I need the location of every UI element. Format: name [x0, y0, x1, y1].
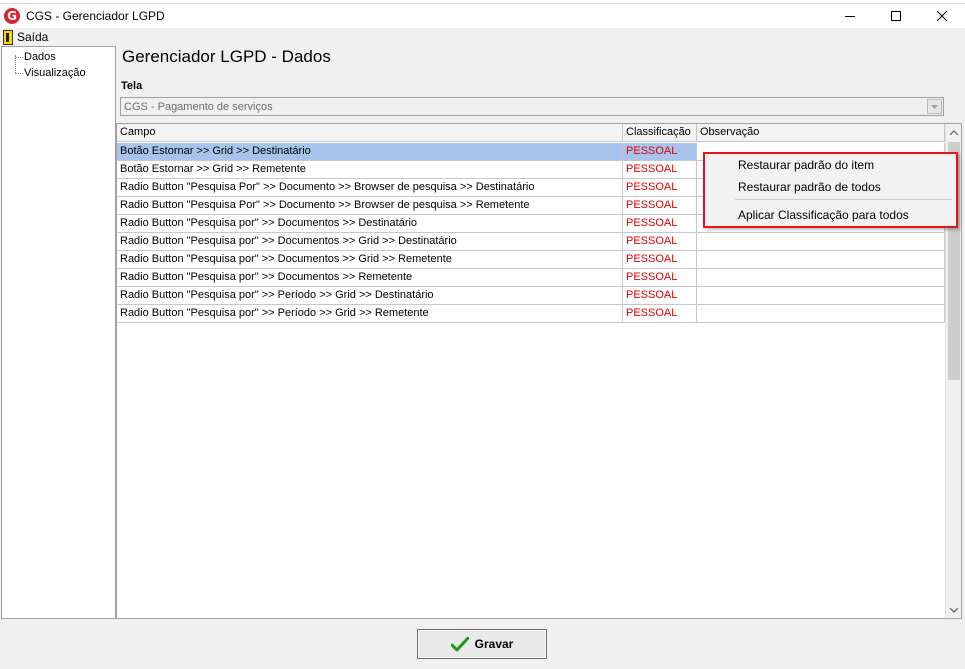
tela-select-value: CGS - Pagamento de serviços [124, 101, 273, 113]
column-header-classificacao[interactable]: Classificação [623, 124, 697, 142]
tela-select[interactable]: CGS - Pagamento de serviços [120, 97, 944, 116]
save-button-label: Gravar [474, 637, 514, 651]
cell-campo[interactable]: Radio Button "Pesquisa por" >> Documento… [117, 269, 623, 287]
table-row[interactable]: Radio Button "Pesquisa por" >> Período >… [117, 287, 945, 305]
window-title: CGS - Gerenciador LGPD [26, 9, 165, 23]
minimize-icon [845, 16, 855, 17]
table-row[interactable]: Radio Button "Pesquisa por" >> Documento… [117, 269, 945, 287]
cell-observacao[interactable] [697, 305, 945, 323]
menu-item-restore-item[interactable]: Restaurar padrão do item [738, 158, 874, 172]
cell-campo[interactable]: Radio Button "Pesquisa por" >> Documento… [117, 233, 623, 251]
cell-classificacao[interactable]: PESSOAL [623, 179, 697, 197]
cell-observacao[interactable] [697, 233, 945, 251]
tree-item-dados[interactable]: Dados [24, 51, 56, 63]
cell-classificacao[interactable]: PESSOAL [623, 215, 697, 233]
cell-campo[interactable]: Botão Estornar >> Grid >> Destinatário [117, 143, 623, 161]
close-button[interactable] [919, 4, 965, 28]
tela-dropdown-button[interactable] [927, 99, 942, 114]
menu-exit[interactable]: Saída [3, 29, 48, 45]
cell-classificacao[interactable]: PESSOAL [623, 305, 697, 323]
maximize-button[interactable] [873, 4, 919, 28]
cell-classificacao[interactable]: PESSOAL [623, 251, 697, 269]
cgs-logo-icon: G [4, 8, 20, 24]
cell-campo[interactable]: Radio Button "Pesquisa por" >> Documento… [117, 215, 623, 233]
close-icon [937, 11, 947, 21]
table-row[interactable]: Radio Button "Pesquisa por" >> Período >… [117, 305, 945, 323]
column-header-campo[interactable]: Campo [117, 124, 623, 142]
chevron-down-icon [931, 104, 938, 109]
cell-campo[interactable]: Radio Button "Pesquisa por" >> Período >… [117, 287, 623, 305]
cell-classificacao[interactable]: PESSOAL [623, 269, 697, 287]
title-bar: G CGS - Gerenciador LGPD [0, 4, 965, 28]
cell-classificacao[interactable]: PESSOAL [623, 143, 697, 161]
tree-connector [15, 57, 23, 58]
column-header-observacao[interactable]: Observação [697, 124, 945, 142]
cell-campo[interactable]: Botão Estornar >> Grid >> Remetente [117, 161, 623, 179]
tree-connector [15, 73, 23, 74]
checkmark-icon [450, 636, 469, 651]
menu-item-apply-classification-all[interactable]: Aplicar Classificação para todos [738, 208, 909, 222]
maximize-icon [891, 11, 901, 21]
navigation-tree: Dados Visualização [1, 46, 116, 619]
menu-separator [735, 199, 952, 200]
tree-item-visualizacao[interactable]: Visualização [24, 67, 86, 79]
cell-campo[interactable]: Radio Button "Pesquisa Por" >> Documento… [117, 179, 623, 197]
chevron-down-icon [950, 607, 958, 613]
cell-observacao[interactable] [697, 269, 945, 287]
cell-classificacao[interactable]: PESSOAL [623, 197, 697, 215]
exit-door-icon [3, 29, 13, 45]
cell-classificacao[interactable]: PESSOAL [623, 233, 697, 251]
table-row[interactable]: Radio Button "Pesquisa por" >> Documento… [117, 233, 945, 251]
grid-header: Campo Classificação Observação [117, 124, 945, 142]
scroll-up-button[interactable] [946, 124, 962, 140]
menu-exit-label: Saída [17, 30, 49, 44]
scroll-down-button[interactable] [946, 602, 962, 618]
cell-classificacao[interactable]: PESSOAL [623, 161, 697, 179]
menu-bar: Saída [0, 28, 965, 46]
menu-item-restore-all[interactable]: Restaurar padrão de todos [738, 180, 881, 194]
tela-label: Tela [121, 80, 143, 92]
cell-campo[interactable]: Radio Button "Pesquisa por" >> Período >… [117, 305, 623, 323]
cell-campo[interactable]: Radio Button "Pesquisa Por" >> Documento… [117, 197, 623, 215]
cell-classificacao[interactable]: PESSOAL [623, 287, 697, 305]
cell-observacao[interactable] [697, 251, 945, 269]
save-button[interactable]: Gravar [417, 629, 547, 659]
minimize-button[interactable] [827, 4, 873, 28]
context-menu: Restaurar padrão do item Restaurar padrã… [703, 152, 958, 228]
page-title: Gerenciador LGPD - Dados [122, 47, 331, 66]
cell-observacao[interactable] [697, 287, 945, 305]
chevron-up-icon [950, 129, 958, 135]
table-row[interactable]: Radio Button "Pesquisa por" >> Documento… [117, 251, 945, 269]
cell-campo[interactable]: Radio Button "Pesquisa por" >> Documento… [117, 251, 623, 269]
